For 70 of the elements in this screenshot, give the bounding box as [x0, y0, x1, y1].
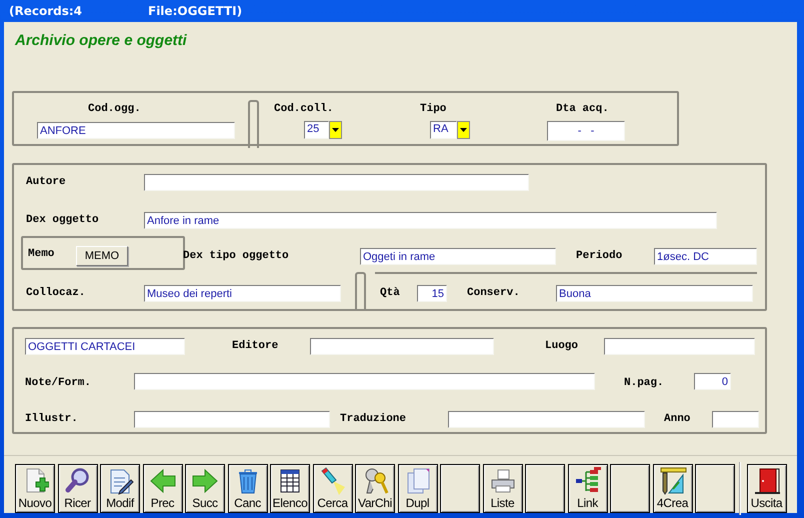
input-field[interactable]: 15	[417, 285, 447, 302]
toolbar-button[interactable]: Prec	[142, 464, 182, 513]
memo-button[interactable]: MEMO	[76, 246, 128, 266]
toolbar-button[interactable]: Nuovo	[15, 464, 55, 513]
field-label: Cod.ogg.	[88, 102, 141, 117]
right-arrow-icon	[191, 467, 219, 495]
toolbar-button[interactable]: VarChi	[355, 464, 395, 513]
input-field[interactable]	[134, 411, 330, 428]
toolbar-button[interactable]: Ricer	[58, 464, 98, 513]
input-field[interactable]: Buona	[556, 285, 753, 302]
field-label: Periodo	[576, 249, 622, 264]
toolbar-button[interactable]	[440, 464, 480, 513]
field-label: Collocaz.	[26, 286, 86, 301]
toolbar-button[interactable]: Cerca	[312, 464, 352, 513]
toolbar-button[interactable]: 4Crea	[652, 464, 692, 513]
caret-icon	[460, 128, 467, 132]
field-label: Cod.coll.	[274, 102, 334, 117]
field-label: Autore	[26, 175, 66, 190]
toolbar-button[interactable]: Liste	[482, 464, 522, 513]
toolbar-button[interactable]: Dupl	[398, 464, 438, 513]
magnifier-icon	[64, 467, 92, 495]
field-label: Traduzione	[340, 412, 406, 427]
field-label: Anno	[664, 412, 690, 427]
form-title: Archivio opere e oggetti	[15, 32, 187, 49]
field-label: Tipo	[420, 102, 446, 117]
dropdown-button[interactable]	[457, 121, 470, 139]
caret-icon	[332, 128, 339, 132]
field-label: Conserv.	[467, 286, 520, 301]
field-label: N.pag.	[624, 376, 664, 391]
input-field[interactable]: OGGETTI CARTACEI	[25, 338, 185, 355]
window-title: File:OGGETTI)	[148, 4, 242, 18]
input-field[interactable]: Oggeti in rame	[360, 248, 556, 265]
toolbar-button[interactable]: Elenco	[270, 464, 310, 513]
toolbar-button[interactable]: Link	[568, 464, 608, 513]
input-field[interactable]	[604, 338, 755, 355]
input-field[interactable]: 0	[694, 373, 731, 390]
toolbar-button[interactable]: Canc	[228, 464, 268, 513]
input-field[interactable]	[448, 411, 645, 428]
toolbar-button[interactable]: Modif	[100, 464, 140, 513]
toolbar-button[interactable]: Succ	[185, 464, 225, 513]
door-icon	[752, 467, 780, 495]
input-field[interactable]: 1øsec. DC	[654, 248, 757, 265]
input-field[interactable]: - -	[547, 121, 625, 141]
field-label: Dex oggetto	[26, 213, 99, 228]
field-label: Dex tipo oggetto	[183, 249, 289, 264]
field-label: Dta acq.	[556, 102, 609, 117]
window-title: (Records:4	[9, 4, 84, 18]
input-field[interactable]	[134, 373, 595, 390]
input-field[interactable]: Anfore in rame	[144, 212, 717, 229]
input-field[interactable]: Museo dei reperti	[144, 285, 341, 302]
field-label: Editore	[232, 339, 278, 354]
field-label: Qtà	[380, 286, 400, 301]
field-label: Note/Form.	[25, 376, 92, 391]
toolbar-button[interactable]	[610, 464, 650, 513]
toolbar-button[interactable]	[695, 464, 735, 513]
flashlight-icon	[318, 467, 346, 495]
toolbar-button[interactable]: Uscita	[746, 464, 786, 513]
dropdown-button[interactable]	[329, 121, 342, 139]
tree-diagram-icon	[574, 467, 602, 495]
printer-icon	[488, 467, 516, 495]
input-field[interactable]	[712, 411, 759, 428]
field-label: Luogo	[545, 339, 578, 354]
field-label: Illustr.	[25, 412, 78, 427]
input-field[interactable]	[144, 174, 529, 191]
field-label: Memo	[28, 247, 54, 262]
toolbar-button[interactable]	[525, 464, 565, 513]
input-field[interactable]	[310, 338, 494, 355]
input-field[interactable]: ANFORE	[37, 122, 235, 139]
set-square-icon	[658, 467, 686, 495]
left-arrow-icon	[148, 467, 176, 495]
